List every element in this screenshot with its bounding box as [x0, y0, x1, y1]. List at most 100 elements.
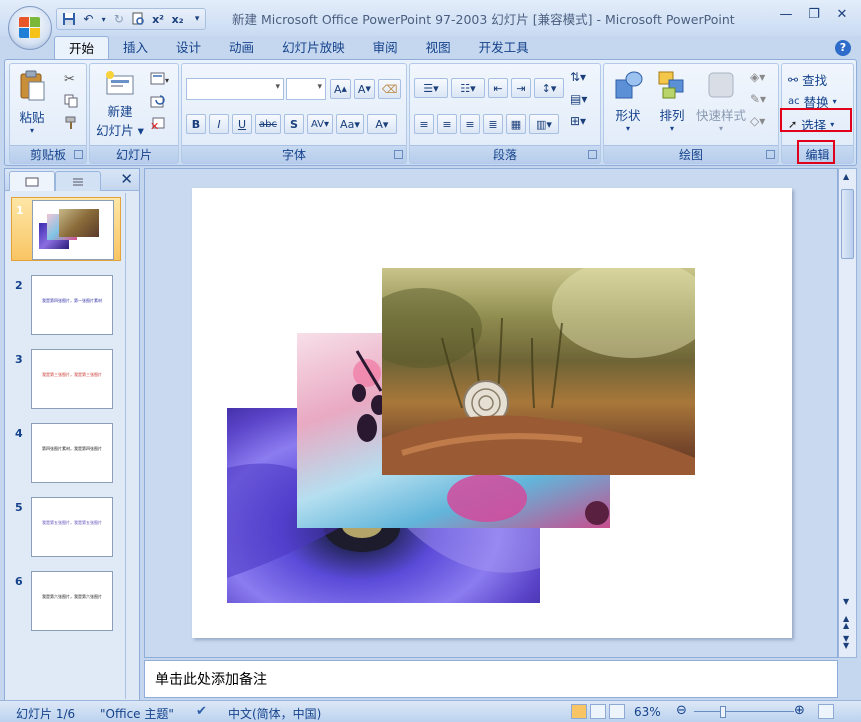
char-spacing-icon[interactable]: AV▾ [306, 114, 334, 134]
line-spacing-icon[interactable]: ↕▾ [534, 78, 564, 98]
redo-icon[interactable]: ↻ [111, 10, 127, 28]
editor-scrollbar[interactable]: ▲ ▼ ▲ ▲ ▼ ▼ [838, 168, 857, 658]
slideshow-view-icon[interactable] [609, 704, 625, 719]
justify-icon[interactable]: ≣ [483, 114, 503, 134]
office-button[interactable] [8, 6, 52, 50]
clear-format-icon[interactable]: ⌫ [377, 79, 402, 99]
thumb-image-snail [59, 209, 99, 237]
shadow-icon[interactable]: S [283, 114, 304, 134]
shape-effects-icon[interactable]: ◇▾ [750, 114, 765, 128]
increase-indent-icon[interactable]: ⇥ [511, 78, 531, 98]
zoom-level[interactable]: 63% [634, 705, 661, 719]
smartart-icon[interactable]: ⊞▾ [570, 114, 586, 128]
maximize-icon[interactable]: ❐ [801, 4, 827, 24]
scrollbar-thumb[interactable] [841, 189, 854, 259]
numbering-icon[interactable]: ☷▾ [451, 78, 485, 98]
shape-fill-icon[interactable]: ◈▾ [750, 70, 765, 84]
change-case-icon[interactable]: Aa▾ [336, 114, 364, 134]
normal-view-icon[interactable] [571, 704, 587, 719]
next-slide-icon[interactable]: ▼ ▼ [843, 635, 849, 650]
align-center-icon[interactable]: ≡ [437, 114, 457, 134]
delete-slide-icon[interactable]: ✕ [150, 116, 166, 135]
pane-scrollbar[interactable] [125, 193, 139, 699]
help-icon[interactable]: ? [835, 40, 851, 56]
align-left-icon[interactable]: ≡ [414, 114, 434, 134]
scroll-up-icon[interactable]: ▲ [843, 172, 849, 181]
arrange-button[interactable]: 排列 ▾ [650, 70, 694, 133]
spellcheck-icon[interactable]: ✔ [196, 704, 207, 719]
slide-canvas[interactable] [192, 188, 792, 638]
dialog-launcher-icon[interactable] [588, 150, 597, 159]
slide-thumbnail[interactable]: 3 我是第三张图片，我是第三张图片 [11, 347, 121, 411]
format-painter-icon[interactable] [64, 116, 78, 133]
outline-tab[interactable] [55, 171, 101, 191]
close-icon[interactable]: ✕ [120, 170, 133, 188]
undo-icon[interactable]: ↶ [81, 10, 97, 28]
find-button[interactable]: ⚯ 查找 [788, 70, 827, 89]
minimize-icon[interactable]: — [773, 4, 799, 24]
cut-icon[interactable]: ✂ [64, 72, 75, 87]
tab-slideshow[interactable]: 幻灯片放映 [268, 36, 359, 60]
paragraph-group-label: 段落 [410, 145, 600, 163]
copy-icon[interactable] [64, 94, 78, 111]
underline-icon[interactable]: U [232, 114, 252, 134]
tab-view[interactable]: 视图 [412, 36, 465, 60]
dialog-launcher-icon[interactable] [74, 150, 83, 159]
font-name-combo[interactable] [186, 78, 284, 100]
grow-font-icon[interactable]: A ▲ [330, 79, 351, 99]
slide-thumbnail[interactable]: 1 [11, 197, 121, 261]
subscript-icon[interactable]: x₂ [170, 10, 186, 28]
dialog-launcher-icon[interactable] [766, 150, 775, 159]
paste-button[interactable]: 粘贴 ▾ [14, 70, 50, 135]
close-icon[interactable]: ✕ [829, 4, 855, 24]
zoom-slider[interactable] [694, 711, 794, 712]
slide-thumbnail[interactable]: 4 第四张图片素材，我是第四张图片 [11, 421, 121, 485]
zoom-slider-thumb[interactable] [720, 706, 726, 718]
tab-home[interactable]: 开始 [54, 36, 110, 60]
tab-insert[interactable]: 插入 [109, 36, 162, 60]
font-color-icon[interactable]: A▾ [366, 114, 397, 134]
notes-pane[interactable]: 单击此处添加备注 [144, 660, 838, 698]
previous-slide-icon[interactable]: ▲ ▲ [843, 615, 849, 630]
zoom-in-icon[interactable]: ⊕ [794, 703, 805, 718]
distributed-icon[interactable]: ▦ [506, 114, 526, 134]
superscript-icon[interactable]: x² [150, 10, 166, 28]
clipboard-group: 粘贴 ▾ ✂ 剪贴板 [9, 63, 87, 164]
slide-sorter-view-icon[interactable] [590, 704, 606, 719]
layout-icon[interactable]: ▾ [150, 72, 170, 89]
slides-tab[interactable] [9, 171, 55, 191]
shrink-font-icon[interactable]: A ▼ [353, 79, 375, 99]
slide-thumbnail[interactable]: 6 我是第六张图片，我是第六张图片 [11, 569, 121, 633]
zoom-out-icon[interactable]: ⊖ [676, 703, 687, 718]
print-preview-icon[interactable] [131, 10, 147, 28]
font-size-combo[interactable] [286, 78, 326, 100]
italic-icon[interactable]: I [209, 114, 229, 134]
quick-styles-button[interactable]: 快速样式 ▾ [694, 70, 748, 133]
align-text-icon[interactable]: ▤▾ [570, 92, 587, 106]
shape-outline-icon[interactable]: ✎▾ [750, 92, 766, 106]
tab-design[interactable]: 设计 [162, 36, 215, 60]
align-right-icon[interactable]: ≡ [460, 114, 480, 134]
tab-animations[interactable]: 动画 [215, 36, 268, 60]
tab-developer[interactable]: 开发工具 [465, 36, 543, 60]
slide-thumbnail[interactable]: 5 我是第五张图片，我是第五张图片 [11, 495, 121, 559]
strikethrough-icon[interactable]: abc [255, 114, 281, 134]
slide-thumbnail[interactable]: 2 我是第四张图片，第一张图片素材 [11, 273, 121, 337]
text-direction-icon[interactable]: ⇅▾ [570, 70, 586, 84]
new-slide-button[interactable]: 新建 幻灯片 ▾ [94, 70, 146, 139]
bold-icon[interactable]: B [186, 114, 206, 134]
customize-qat-icon[interactable]: ▾ [189, 10, 205, 28]
columns-icon[interactable]: ▥▾ [529, 114, 559, 134]
chevron-down-icon[interactable]: ▾ [100, 10, 107, 28]
scroll-down-icon[interactable]: ▼ [843, 597, 849, 606]
save-icon[interactable] [61, 10, 77, 28]
tab-review[interactable]: 审阅 [359, 36, 412, 60]
paragraph-group: ☰▾ ☷▾ ⇤ ⇥ ↕▾ ⇅▾ ▤▾ ⊞▾ ≡ ≡ ≡ ≣ ▦ ▥▾ 段落 [409, 63, 601, 164]
shapes-button[interactable]: 形状 ▾ [606, 70, 650, 133]
reset-icon[interactable] [150, 94, 166, 113]
fit-to-window-icon[interactable] [818, 704, 834, 719]
snail-photo[interactable] [382, 268, 695, 475]
dialog-launcher-icon[interactable] [394, 150, 403, 159]
bullets-icon[interactable]: ☰▾ [414, 78, 448, 98]
decrease-indent-icon[interactable]: ⇤ [488, 78, 508, 98]
